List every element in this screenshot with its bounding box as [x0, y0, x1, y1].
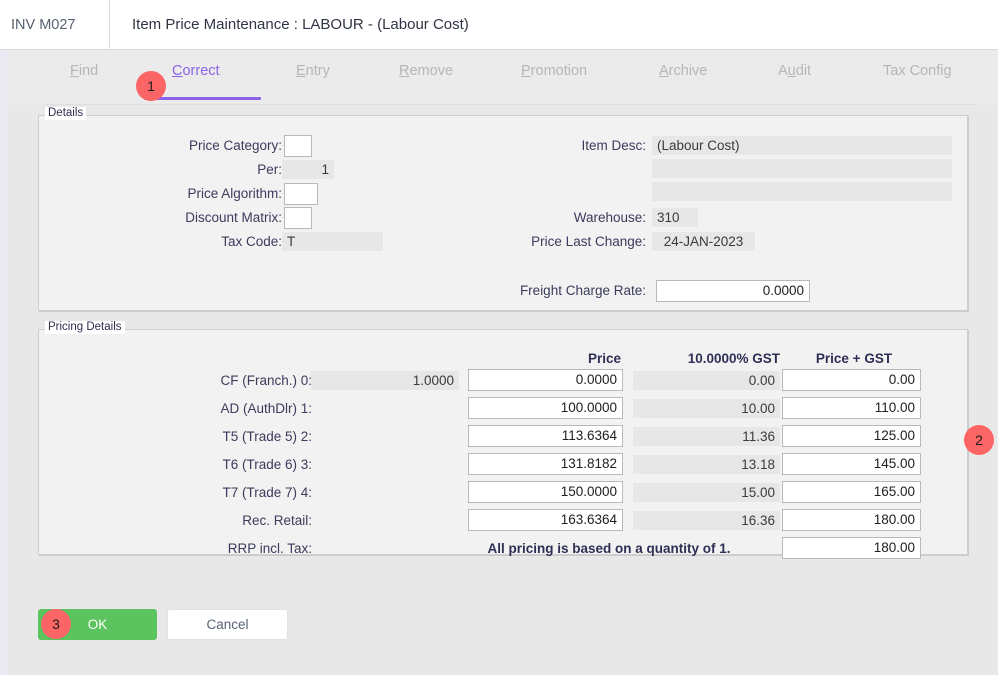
per-label: Per: — [257, 162, 282, 177]
window-header: INV M027 Item Price Maintenance : LABOUR… — [0, 0, 998, 50]
price-algorithm-label: Price Algorithm: — [187, 186, 282, 201]
column-header-price-plus-gst: Price + GST — [815, 351, 893, 366]
row-price-input[interactable]: 163.6364 — [468, 509, 623, 531]
item-desc-line2 — [652, 159, 952, 178]
row-label: T5 (Trade 5) 2: — [222, 429, 312, 444]
left-edge-strip — [0, 50, 8, 675]
row-gst-value: 0.00 — [633, 371, 780, 390]
tax-code-label: Tax Code: — [221, 234, 282, 249]
row-price-gst-input[interactable]: 110.00 — [782, 397, 921, 419]
per-value: 1 — [282, 160, 334, 179]
quantity-note: All pricing is based on a quantity of 1. — [487, 541, 731, 556]
freight-charge-rate-input[interactable]: 0.0000 — [656, 280, 810, 302]
row-price-input[interactable]: 100.0000 — [468, 397, 623, 419]
annotation-badge-2: 2 — [964, 425, 994, 455]
column-header-gst: 10.0000% GST — [687, 351, 780, 366]
price-algorithm-input[interactable] — [284, 183, 318, 205]
page-title: Item Price Maintenance : LABOUR - (Labou… — [132, 16, 469, 33]
item-desc-line3 — [652, 182, 952, 201]
freight-charge-rate-label: Freight Charge Rate: — [519, 283, 646, 298]
row-label: AD (AuthDlr) 1: — [220, 401, 312, 416]
row-gst-value: 11.36 — [633, 427, 780, 446]
item-desc-value: (Labour Cost) — [652, 136, 952, 155]
row-price-input[interactable]: 131.8182 — [468, 453, 623, 475]
cancel-button-label: Cancel — [206, 617, 249, 632]
row-gst-value: 13.18 — [633, 455, 780, 474]
row-price-gst-input[interactable]: 165.00 — [782, 481, 921, 503]
row-gst-value: 16.36 — [633, 511, 780, 530]
row-price-gst-input[interactable]: 180.00 — [782, 537, 921, 559]
tab-archive[interactable]: Archive — [659, 63, 707, 79]
warehouse-label: Warehouse: — [573, 210, 646, 225]
tab-promotion[interactable]: Promotion — [521, 63, 587, 79]
pricing-panel-legend: Pricing Details — [45, 321, 125, 334]
row-label: CF (Franch.) 0: — [220, 373, 312, 388]
tab-entry[interactable]: Entry — [296, 63, 330, 79]
row-label: T6 (Trade 6) 3: — [222, 457, 312, 472]
price-last-change-value: 24-JAN-2023 — [652, 232, 755, 251]
row-gst-value: 15.00 — [633, 483, 780, 502]
ok-button-label: OK — [87, 617, 108, 632]
tax-code-value: T — [282, 232, 383, 251]
row-label: T7 (Trade 7) 4: — [222, 485, 312, 500]
item-desc-label: Item Desc: — [581, 138, 646, 153]
annotation-badge-3: 3 — [41, 609, 71, 639]
row-gst-value: 10.00 — [633, 399, 780, 418]
row-price-gst-input[interactable]: 0.00 — [782, 369, 921, 391]
tab-find[interactable]: Find — [70, 63, 98, 79]
row-price-gst-input[interactable]: 145.00 — [782, 453, 921, 475]
row-price-input[interactable]: 150.0000 — [468, 481, 623, 503]
tab-bar-divider — [46, 104, 976, 105]
row-label: RRP incl. Tax: — [227, 541, 312, 556]
tab-tax-config[interactable]: Tax Config — [883, 63, 952, 79]
price-category-label: Price Category: — [188, 138, 282, 153]
program-code: INV M027 — [0, 0, 110, 50]
pricing-details-panel: Pricing Details Price 10.0000% GST Price… — [38, 321, 968, 559]
column-header-price: Price — [587, 351, 621, 366]
warehouse-value: 310 — [652, 208, 698, 227]
app-window: INV M027 Item Price Maintenance : LABOUR… — [0, 0, 998, 675]
row-label: Rec. Retail: — [242, 513, 312, 528]
tab-correct[interactable]: Correct — [172, 63, 220, 79]
cancel-button[interactable]: Cancel — [167, 609, 288, 640]
row-price-gst-input[interactable]: 180.00 — [782, 509, 921, 531]
annotation-badge-1: 1 — [136, 71, 166, 101]
discount-matrix-input[interactable] — [284, 207, 312, 229]
details-panel-legend: Details — [45, 107, 87, 120]
price-category-input[interactable] — [284, 135, 312, 157]
tab-active-indicator — [144, 97, 261, 100]
row-price-gst-input[interactable]: 125.00 — [782, 425, 921, 447]
discount-matrix-label: Discount Matrix: — [185, 210, 282, 225]
row-factor: 1.0000 — [311, 371, 459, 390]
row-price-input[interactable]: 113.6364 — [468, 425, 623, 447]
details-panel: Details Price Category: Per: Price Algor… — [38, 107, 968, 311]
row-price-input[interactable]: 0.0000 — [468, 369, 623, 391]
price-last-change-label: Price Last Change: — [531, 234, 646, 249]
tab-remove[interactable]: Remove — [399, 63, 453, 79]
tab-audit[interactable]: Audit — [778, 63, 811, 79]
